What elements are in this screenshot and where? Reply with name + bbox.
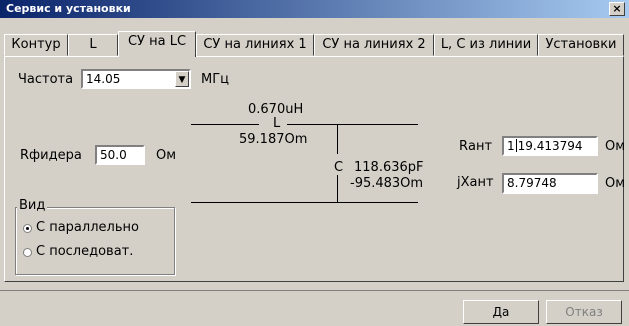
antenna-reactance-label: jXант <box>457 175 494 190</box>
tab-su-lines-1[interactable]: СУ на линиях 1 <box>196 34 314 56</box>
view-group <box>15 207 175 275</box>
inductor-label: L <box>273 116 281 131</box>
tab-su-lc[interactable]: СУ на LC <box>118 31 196 57</box>
inductor-reactance: 59.187Om <box>239 132 308 147</box>
radio-series-indicator[interactable] <box>23 248 32 257</box>
tab-su-lines-2[interactable]: СУ на линиях 2 <box>314 34 434 56</box>
capacitor-reactance: -95.483Om <box>350 176 424 191</box>
antenna-resistance-label: Rант <box>459 139 493 154</box>
feeder-resistance-unit: Ом <box>156 148 177 163</box>
close-button[interactable]: × <box>609 2 625 16</box>
antenna-resistance-value-end: 19.413794 <box>517 139 583 153</box>
tab-l[interactable]: L <box>68 34 118 56</box>
radio-series-label: С последоват. <box>36 244 134 259</box>
text-caret <box>515 139 517 152</box>
close-icon: × <box>612 2 622 15</box>
capacitor-lead-top <box>337 124 338 154</box>
feeder-resistance-field[interactable]: 50.0 <box>95 145 145 165</box>
window-title: Сервис и установки <box>6 2 131 15</box>
cancel-button[interactable]: Отказ <box>546 300 622 324</box>
frequency-value: 14.05 <box>86 72 121 86</box>
tab-settings[interactable]: Установки <box>538 34 624 56</box>
chevron-down-icon: ▼ <box>178 75 186 85</box>
antenna-resistance-field[interactable]: 1 19.413794 <box>502 136 598 156</box>
bottom-wire <box>191 202 418 203</box>
feeder-resistance-value: 50.0 <box>100 148 127 162</box>
capacitance-value: 118.636pF <box>354 160 424 175</box>
ok-button[interactable]: Да <box>463 300 539 324</box>
radio-series[interactable]: С последоват. <box>23 243 169 261</box>
antenna-reactance-field[interactable]: 8.79748 <box>502 173 598 194</box>
capacitor-label: C <box>334 160 344 175</box>
frequency-dropdown-button[interactable]: ▼ <box>175 71 189 87</box>
antenna-resistance-unit: Ом <box>605 139 626 154</box>
top-wire-left <box>191 124 259 125</box>
tab-kontur[interactable]: Контур <box>4 34 68 56</box>
inductance-value: 0.670uH <box>248 102 304 117</box>
frequency-unit: МГц <box>201 72 229 87</box>
tab-lc-from-line[interactable]: L, C из линии <box>434 34 538 56</box>
frequency-label: Частота <box>18 72 74 87</box>
tab-panel: Частота 14.05 ▼ МГц 0.670uH L 59.187Om C… <box>4 56 626 282</box>
tab-strip: Контур L СУ на LC СУ на линиях 1 СУ на л… <box>4 31 624 57</box>
top-wire-right <box>287 124 418 125</box>
antenna-reactance-value: 8.79748 <box>507 176 557 190</box>
antenna-resistance-value-start: 1 <box>507 139 515 153</box>
settings-dialog: Сервис и установки × Контур L СУ на LC С… <box>0 0 629 326</box>
radio-parallel-indicator[interactable] <box>23 224 32 233</box>
view-group-legend: Вид <box>17 198 48 213</box>
capacitor-lead-bottom <box>337 175 338 202</box>
title-bar: Сервис и установки × <box>0 0 629 18</box>
radio-parallel[interactable]: С параллельно <box>23 219 169 237</box>
feeder-resistance-label: Rфидера <box>20 148 82 163</box>
radio-parallel-label: С параллельно <box>36 220 139 235</box>
antenna-reactance-unit: Ом <box>605 176 626 191</box>
